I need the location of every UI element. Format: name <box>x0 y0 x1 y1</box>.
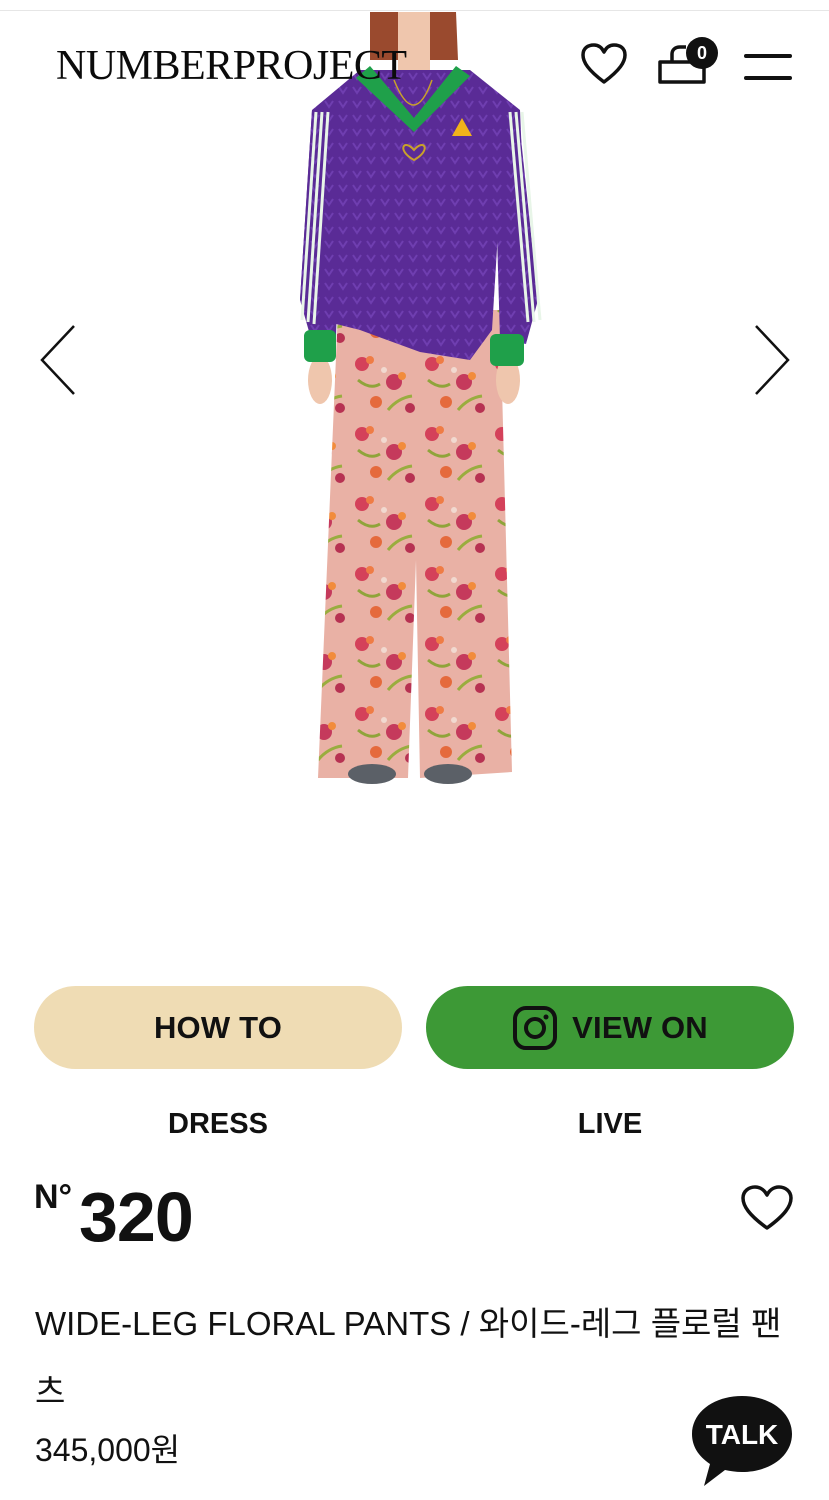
live-label: LIVE <box>577 1108 643 1140</box>
cart-count-badge: 0 <box>686 37 718 69</box>
product-price: 345,000원 <box>35 1432 181 1468</box>
product-number-prefix: N° <box>34 1178 73 1216</box>
chevron-right-icon[interactable] <box>752 322 792 398</box>
instagram-icon <box>513 1005 558 1050</box>
view-on-live-button[interactable]: VIEW ON <box>426 986 794 1069</box>
product-wishlist-heart-icon[interactable] <box>740 1184 794 1232</box>
kakao-talk-chat-button[interactable]: TALK <box>690 1392 794 1488</box>
how-to-dress-button[interactable]: HOW TO <box>34 986 402 1069</box>
wishlist-heart-icon[interactable] <box>580 42 628 86</box>
product-number: 320 <box>79 1178 194 1256</box>
dress-label: DRESS <box>168 1108 268 1140</box>
talk-label: TALK <box>706 1419 779 1450</box>
product-image <box>300 12 542 784</box>
brand-logo[interactable]: NUMBERPROJECT <box>56 42 407 90</box>
product-title: WIDE-LEG FLORAL PANTS / 와이드-레그 플로럴 팬츠 <box>35 1305 782 1410</box>
product-image-gallery[interactable]: NUMBERPROJECT 0 <box>0 0 829 920</box>
chevron-left-icon[interactable] <box>38 322 78 398</box>
how-to-label: HOW TO <box>153 1009 283 1045</box>
menu-icon[interactable] <box>744 52 792 82</box>
view-on-label: VIEW ON <box>572 1009 708 1045</box>
